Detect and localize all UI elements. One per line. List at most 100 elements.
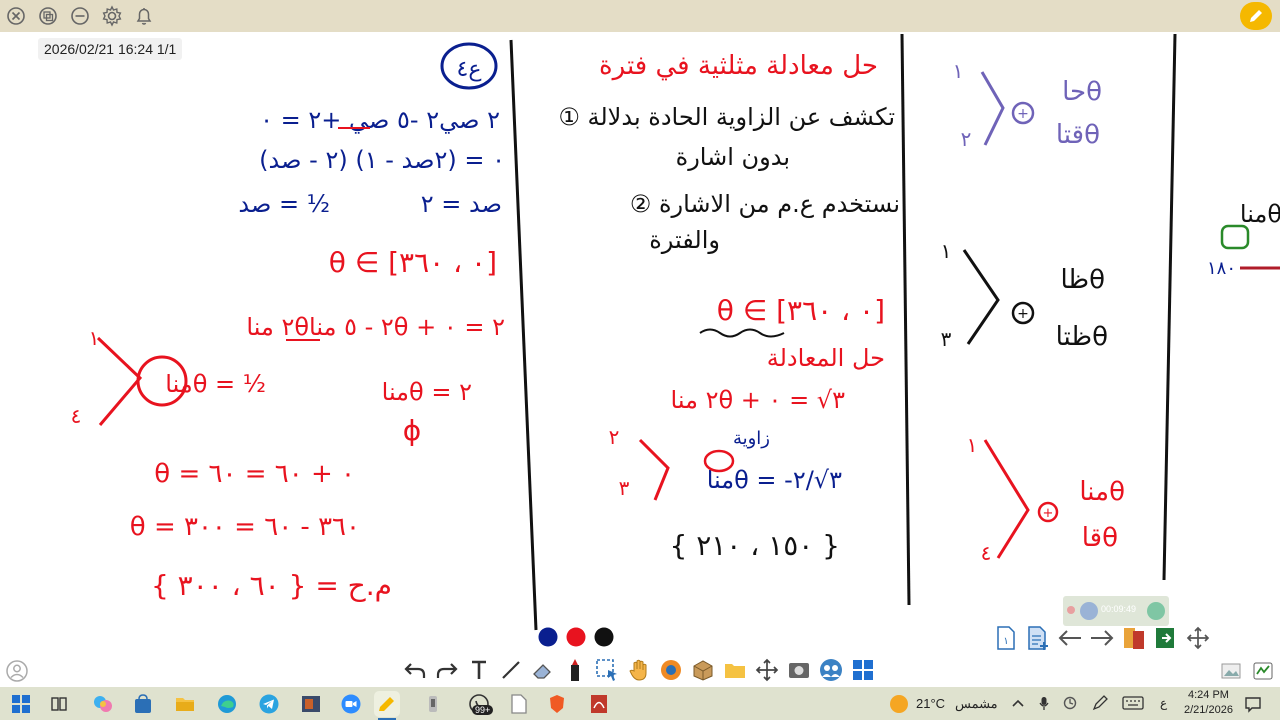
col3-red-bottom: قاθ xyxy=(1082,523,1118,553)
quadrant-bracket xyxy=(96,336,143,426)
whiteboard-app-icon[interactable] xyxy=(374,691,400,717)
camera-icon[interactable] xyxy=(784,655,814,685)
col3-blue-top: حاθ xyxy=(1062,77,1102,107)
clock-date[interactable]: 2/21/2026 xyxy=(1184,704,1233,716)
windows-taskbar: 99+ 21°C مشمس ع 4:24 PM 2/21/2026 xyxy=(0,687,1280,720)
col1-solution: م.ح = { ٦٠ ، ٣٠٠ } xyxy=(151,569,392,602)
col2-heading: حل معادلة مثلثية في فترة xyxy=(599,51,878,81)
restore-icon[interactable] xyxy=(36,4,60,28)
export-icon[interactable] xyxy=(1152,624,1180,652)
language-indicator[interactable]: ع xyxy=(1160,696,1167,710)
col2-solution: { ١٥٠ ، ٢١٠ } xyxy=(669,529,840,562)
pen-icon[interactable] xyxy=(1240,2,1272,30)
browser-icon[interactable] xyxy=(656,655,686,685)
recording-time: 00:09:49 xyxy=(1101,604,1137,614)
notifications-icon[interactable] xyxy=(1244,695,1262,713)
quadrant-bracket xyxy=(638,438,670,501)
redo-icon[interactable] xyxy=(432,655,462,685)
chevron-up-icon[interactable] xyxy=(1010,695,1026,711)
minimize-icon[interactable] xyxy=(68,4,92,28)
eraser-icon[interactable] xyxy=(528,655,558,685)
zoom-icon[interactable] xyxy=(338,691,364,717)
undo-icon[interactable] xyxy=(400,655,430,685)
move-icon[interactable] xyxy=(752,655,782,685)
col1-equation-3b: صد = ½ xyxy=(238,190,330,218)
phi-symbol: ɸ xyxy=(403,414,421,447)
video-editor-icon[interactable] xyxy=(298,691,324,717)
page-navigation: ١ xyxy=(992,624,1212,656)
page-icon[interactable]: ١ xyxy=(992,624,1020,652)
next-page-arrow-icon[interactable] xyxy=(1088,624,1116,652)
keyboard-icon[interactable] xyxy=(1122,695,1144,711)
col2-ratio-note: زاوية xyxy=(733,428,770,449)
col2-point2-line2: والفترة xyxy=(649,226,720,254)
wavy-underline-mark xyxy=(699,328,785,338)
divider-line-3 xyxy=(1162,33,1177,581)
settings-icon[interactable] xyxy=(100,4,124,28)
app-top-bar xyxy=(0,0,1280,32)
box-icon[interactable] xyxy=(688,655,718,685)
weather-label: مشمس xyxy=(955,696,998,711)
pen-menu-icon[interactable] xyxy=(1092,695,1110,711)
whiteboard-tool-icon[interactable] xyxy=(1252,660,1274,682)
start-menu-icon[interactable] xyxy=(8,691,34,717)
col4-partial-text: مناθ xyxy=(1240,200,1280,228)
pause-icon[interactable] xyxy=(1080,602,1098,620)
col2-equation-1: ٢ مناθ + ٣√ = ٠ xyxy=(671,386,846,414)
col3-red-top: مناθ xyxy=(1079,477,1125,507)
people-icon[interactable] xyxy=(816,655,846,685)
telegram-icon[interactable] xyxy=(256,691,282,717)
col3-black-bottom: ظتاθ xyxy=(1056,322,1108,352)
plus-mark: + xyxy=(1017,306,1029,322)
clock-time[interactable]: 4:24 PM xyxy=(1188,689,1229,701)
page-number: ١ xyxy=(1003,636,1008,647)
plus-mark: + xyxy=(1043,506,1054,521)
bell-icon[interactable] xyxy=(132,4,156,28)
microphone-icon[interactable] xyxy=(1036,695,1052,711)
file-explorer-icon[interactable] xyxy=(172,691,198,717)
move-arrows-icon[interactable] xyxy=(1184,624,1212,652)
divider-line-1 xyxy=(509,39,538,631)
col1-equation-5b: مناθ = ½ xyxy=(165,370,266,398)
document-icon[interactable] xyxy=(506,691,532,717)
folder-icon[interactable] xyxy=(720,655,750,685)
pdf-reader-icon[interactable] xyxy=(586,691,612,717)
windows-icon[interactable] xyxy=(848,655,878,685)
col1-equation-2: (٢ - صد) (٢صد - ١) = ٠ xyxy=(259,146,505,174)
hand-icon[interactable] xyxy=(624,655,654,685)
whatsapp-icon[interactable]: 99+ xyxy=(462,691,496,717)
text-icon[interactable] xyxy=(464,655,494,685)
ink-color-red[interactable] xyxy=(566,627,586,647)
col2-point1-line2: بدون اشارة xyxy=(676,143,790,171)
col2-point2-line1: ② نستخدم ع.م من الاشارة xyxy=(630,190,900,218)
sync-icon[interactable] xyxy=(1062,695,1078,711)
ink-color-blue[interactable] xyxy=(538,627,558,647)
add-page-icon[interactable] xyxy=(1024,624,1052,652)
stop-icon[interactable] xyxy=(1147,602,1165,620)
recorder-app-icon[interactable] xyxy=(420,691,446,717)
marker-icon[interactable] xyxy=(560,655,590,685)
line-icon[interactable] xyxy=(496,655,526,685)
edge-browser-icon[interactable] xyxy=(214,691,240,717)
weather-sun-icon[interactable] xyxy=(890,695,908,713)
col1-interval: θ ∈ [٠ ، ٣٦٠] xyxy=(329,246,497,279)
image-gallery-icon[interactable] xyxy=(1220,660,1242,682)
col1-equation-3a: صد = ٢ xyxy=(421,190,502,218)
close-icon[interactable] xyxy=(4,4,28,28)
col4-partial-label: ١٨٠ xyxy=(1207,258,1236,279)
user-icon[interactable] xyxy=(6,660,28,682)
select-icon[interactable] xyxy=(592,655,622,685)
divider-line-2 xyxy=(900,33,911,606)
documents-icon[interactable] xyxy=(1120,624,1148,652)
col1-range-top: ١ xyxy=(89,326,100,350)
col2-range-top: ٢ xyxy=(609,425,620,449)
copilot-icon[interactable] xyxy=(90,691,116,717)
record-dot-icon[interactable] xyxy=(1067,606,1075,614)
notification-badge: 99+ xyxy=(472,705,494,715)
store-icon[interactable] xyxy=(130,691,156,717)
brave-browser-icon[interactable] xyxy=(544,691,570,717)
ink-color-black[interactable] xyxy=(594,627,614,647)
task-view-icon[interactable] xyxy=(46,691,72,717)
previous-page-arrow-icon[interactable] xyxy=(1056,624,1084,652)
whiteboard-canvas[interactable]: ع٤ ٢ صي٢ -٥ صي +٢ = ٠ (٢ - صد) (٢صد - ١)… xyxy=(0,32,1280,687)
